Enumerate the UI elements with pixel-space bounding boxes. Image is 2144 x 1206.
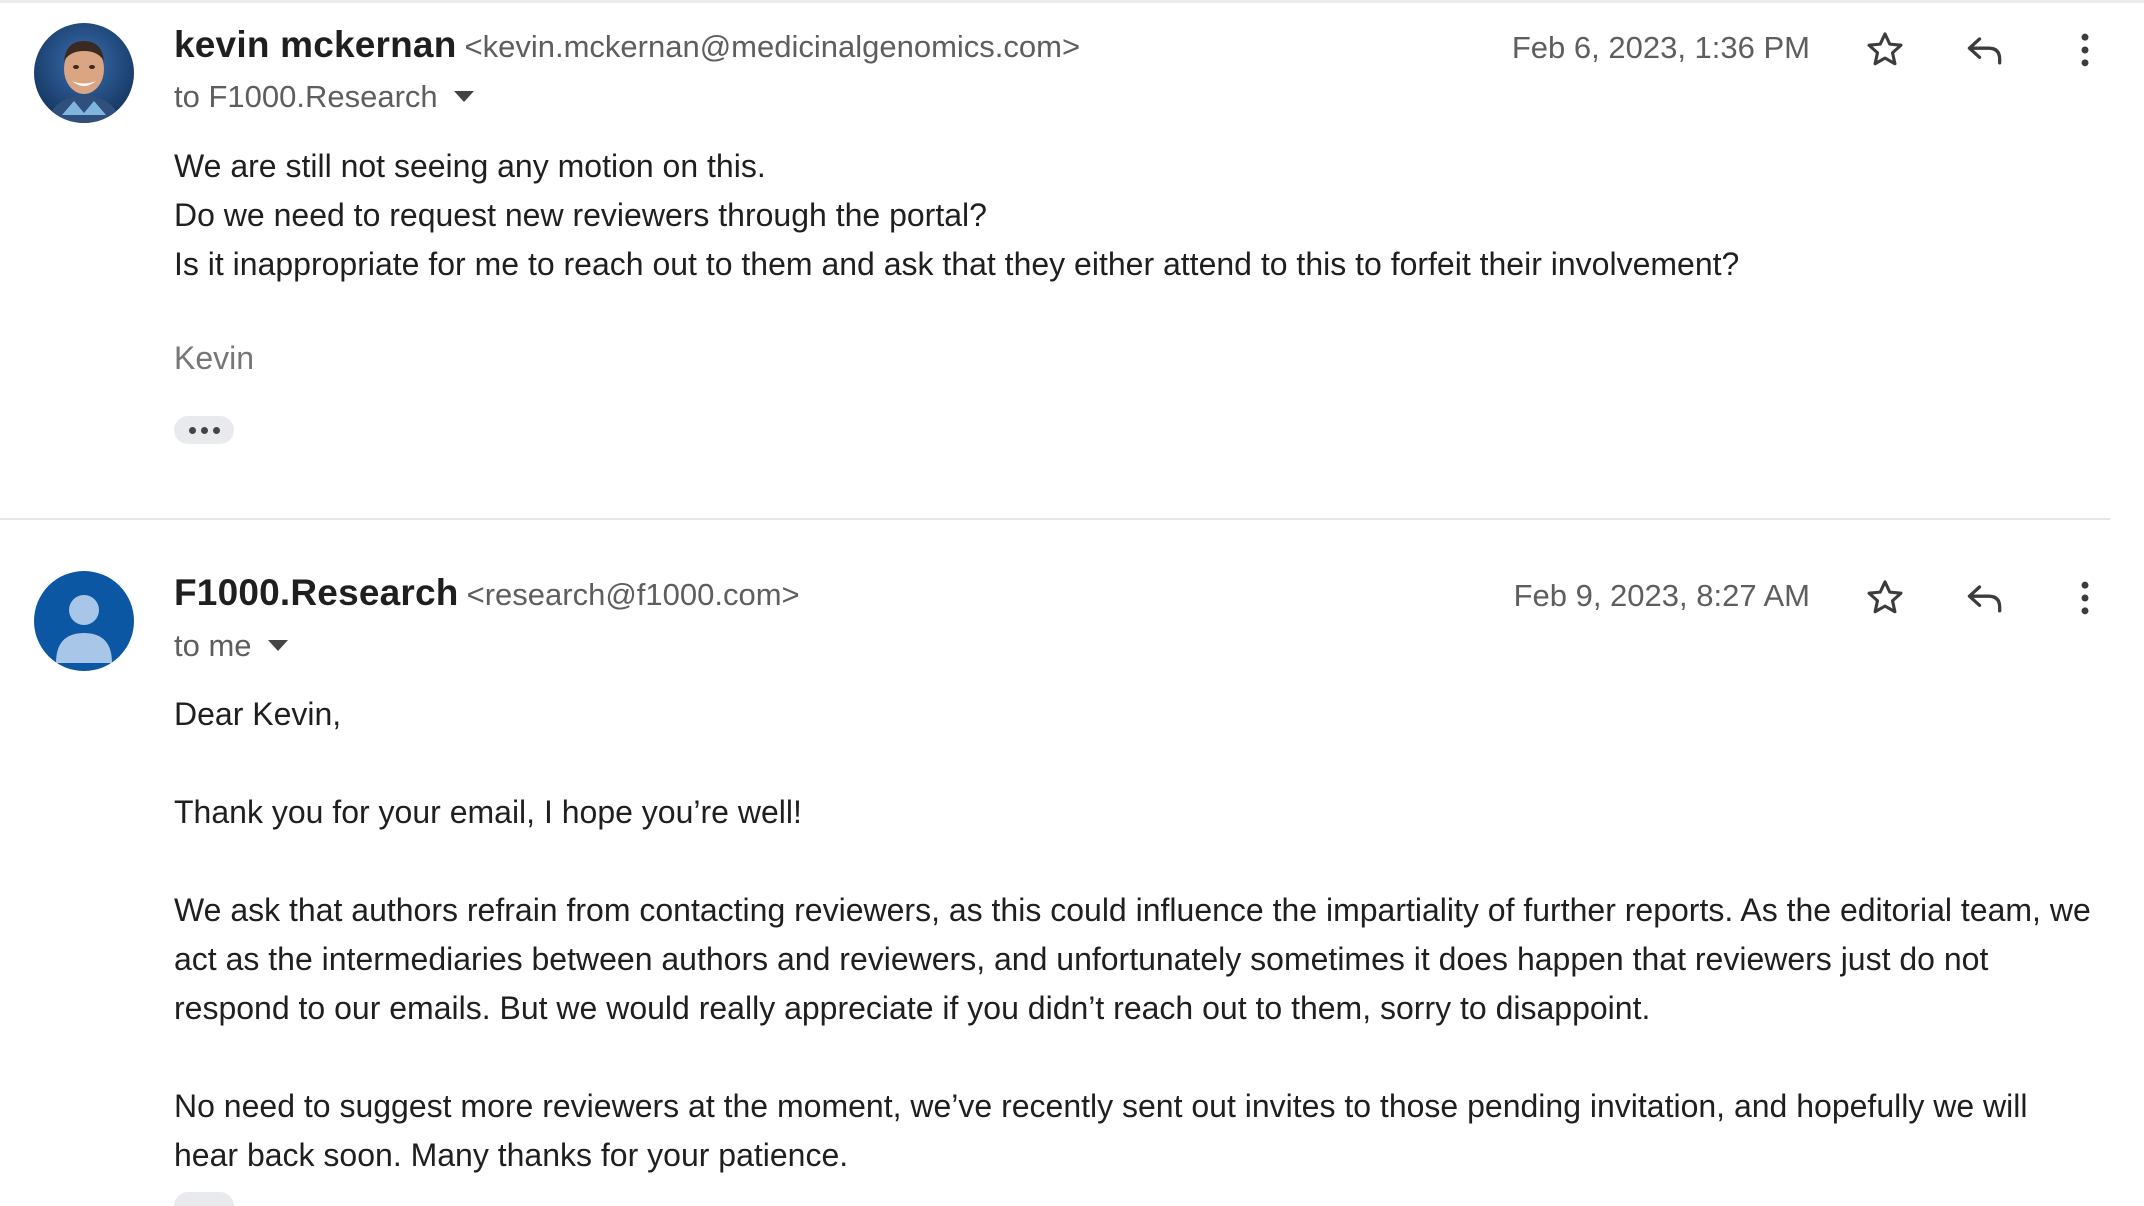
body-line: Do we need to request new reviewers thro… (174, 197, 987, 233)
more-options-button[interactable] (2057, 570, 2113, 626)
reply-button[interactable] (1957, 570, 2013, 626)
body-paragraph: We ask that authors refrain from contact… (174, 892, 2091, 1026)
star-button[interactable] (1857, 570, 1913, 626)
sender-name[interactable]: F1000.Research (174, 572, 459, 613)
message-body: Dear Kevin, Thank you for your email, I … (174, 690, 2094, 1180)
star-button[interactable] (1857, 22, 1913, 78)
show-trimmed-content-button[interactable] (174, 1192, 234, 1206)
body-line: We are still not seeing any motion on th… (174, 148, 766, 184)
ellipsis-icon (188, 426, 196, 434)
star-icon (1867, 32, 1903, 66)
body-paragraph: No need to suggest more reviewers at the… (174, 1088, 2028, 1173)
ellipsis-icon (212, 426, 220, 434)
ellipsis-icon (200, 426, 208, 434)
message-date[interactable]: Feb 6, 2023, 1:36 PM (1512, 30, 1810, 66)
recipients-toggle[interactable]: to F1000.Research (174, 79, 474, 115)
more-vert-icon (2081, 33, 2089, 67)
reply-icon (1967, 585, 2002, 613)
photo-avatar-icon (34, 23, 134, 123)
caret-down-icon (453, 91, 474, 103)
more-vert-icon (2081, 581, 2089, 615)
star-icon (1867, 580, 1903, 614)
message-divider (0, 518, 2110, 520)
recipients-label: to F1000.Research (174, 79, 438, 114)
message-body: We are still not seeing any motion on th… (174, 142, 2094, 289)
reply-button[interactable] (1957, 22, 2013, 78)
sender-avatar[interactable] (34, 571, 134, 671)
default-person-avatar-icon (34, 571, 134, 671)
caret-down-icon (267, 640, 288, 652)
recipients-toggle[interactable]: to me (174, 628, 288, 664)
signature: Kevin (174, 340, 255, 376)
message-date[interactable]: Feb 9, 2023, 8:27 AM (1514, 578, 1810, 614)
sender-email[interactable]: <kevin.mckernan@medicinalgenomics.com> (465, 29, 1081, 64)
reply-icon (1967, 37, 2002, 65)
email-message: F1000.Research <research@f1000.com> to me… (0, 522, 2144, 1206)
body-paragraph: Thank you for your email, I hope you’re … (174, 794, 802, 830)
email-message: kevin mckernan <kevin.mckernan@medicinalg… (0, 0, 2144, 520)
more-options-button[interactable] (2057, 22, 2113, 78)
sender-name[interactable]: kevin mckernan (174, 24, 457, 65)
body-paragraph: Dear Kevin, (174, 696, 342, 732)
show-trimmed-content-button[interactable] (174, 416, 234, 444)
sender-avatar[interactable] (34, 23, 134, 123)
body-line: Is it inappropriate for me to reach out … (174, 246, 1740, 282)
sender-email[interactable]: <research@f1000.com> (467, 577, 800, 612)
recipients-label: to me (174, 628, 252, 663)
